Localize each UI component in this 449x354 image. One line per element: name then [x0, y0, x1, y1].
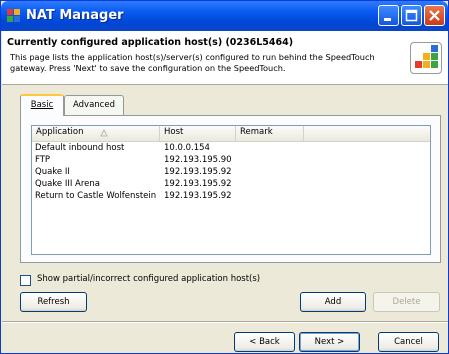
nat-manager-app-icon	[7, 9, 21, 23]
tab-basic[interactable]: Basic	[20, 94, 64, 116]
row-application: Quake II	[35, 167, 70, 177]
speedtouch-logo-icon	[410, 42, 442, 74]
next-button[interactable]: Next >	[299, 332, 360, 352]
show-partial-label: Show partial/incorrect configured applic…	[37, 274, 261, 284]
basic-tab-panel: Application Host Remark Default inbound …	[20, 115, 441, 263]
row-application: FTP	[35, 155, 51, 165]
show-partial-checkbox[interactable]	[20, 275, 31, 286]
close-button[interactable]	[424, 5, 445, 26]
maximize-icon	[405, 9, 418, 22]
minimize-icon	[384, 18, 391, 21]
row-host: 192.193.195.92	[164, 191, 232, 201]
tab-advanced[interactable]: Advanced	[64, 95, 124, 115]
table-row[interactable]: FTP 192.193.195.90	[32, 155, 430, 167]
page-description: This page lists the application host(s)/…	[10, 52, 375, 73]
row-host: 192.193.195.92	[164, 179, 232, 189]
column-header-host[interactable]: Host	[160, 126, 236, 141]
column-header-remark[interactable]: Remark	[236, 126, 304, 141]
wizard-header: Currently configured application host(s)…	[2, 31, 448, 85]
title-bar[interactable]: NAT Manager	[1, 1, 448, 31]
footer-divider	[2, 321, 448, 323]
nat-manager-window: NAT Manager Currently configured applica…	[0, 0, 449, 354]
cancel-button[interactable]: Cancel	[378, 332, 439, 352]
tab-basic-label: Basic	[30, 100, 54, 110]
row-host: 192.193.195.90	[164, 155, 232, 165]
table-row[interactable]: Default inbound host 10.0.0.154	[32, 143, 430, 155]
list-header: Application Host Remark	[32, 126, 430, 142]
page-title: Currently configured application host(s)…	[7, 37, 294, 48]
row-application: Default inbound host	[35, 143, 125, 153]
table-row[interactable]: Return to Castle Wolfenstein 192.193.195…	[32, 191, 430, 203]
row-host: 192.193.195.92	[164, 167, 232, 177]
maximize-button[interactable]	[401, 5, 422, 26]
row-application: Quake III Arena	[35, 179, 101, 189]
table-row[interactable]: Quake II 192.193.195.92	[32, 167, 430, 179]
table-row[interactable]: Quake III Arena 192.193.195.92	[32, 179, 430, 191]
window-title: NAT Manager	[26, 8, 124, 23]
refresh-button[interactable]: Refresh	[20, 292, 87, 312]
sort-arrow-icon	[100, 129, 108, 137]
close-icon	[429, 10, 440, 21]
tab-advanced-label: Advanced	[73, 100, 115, 110]
delete-button[interactable]: Delete	[373, 292, 440, 312]
add-button[interactable]: Add	[300, 292, 366, 312]
column-header-application[interactable]: Application	[32, 126, 160, 141]
minimize-button[interactable]	[378, 5, 399, 26]
back-button[interactable]: < Back	[234, 332, 295, 352]
application-host-list[interactable]: Application Host Remark Default inbound …	[31, 125, 431, 255]
row-application: Return to Castle Wolfenstein	[35, 191, 157, 201]
row-host: 10.0.0.154	[164, 143, 210, 153]
